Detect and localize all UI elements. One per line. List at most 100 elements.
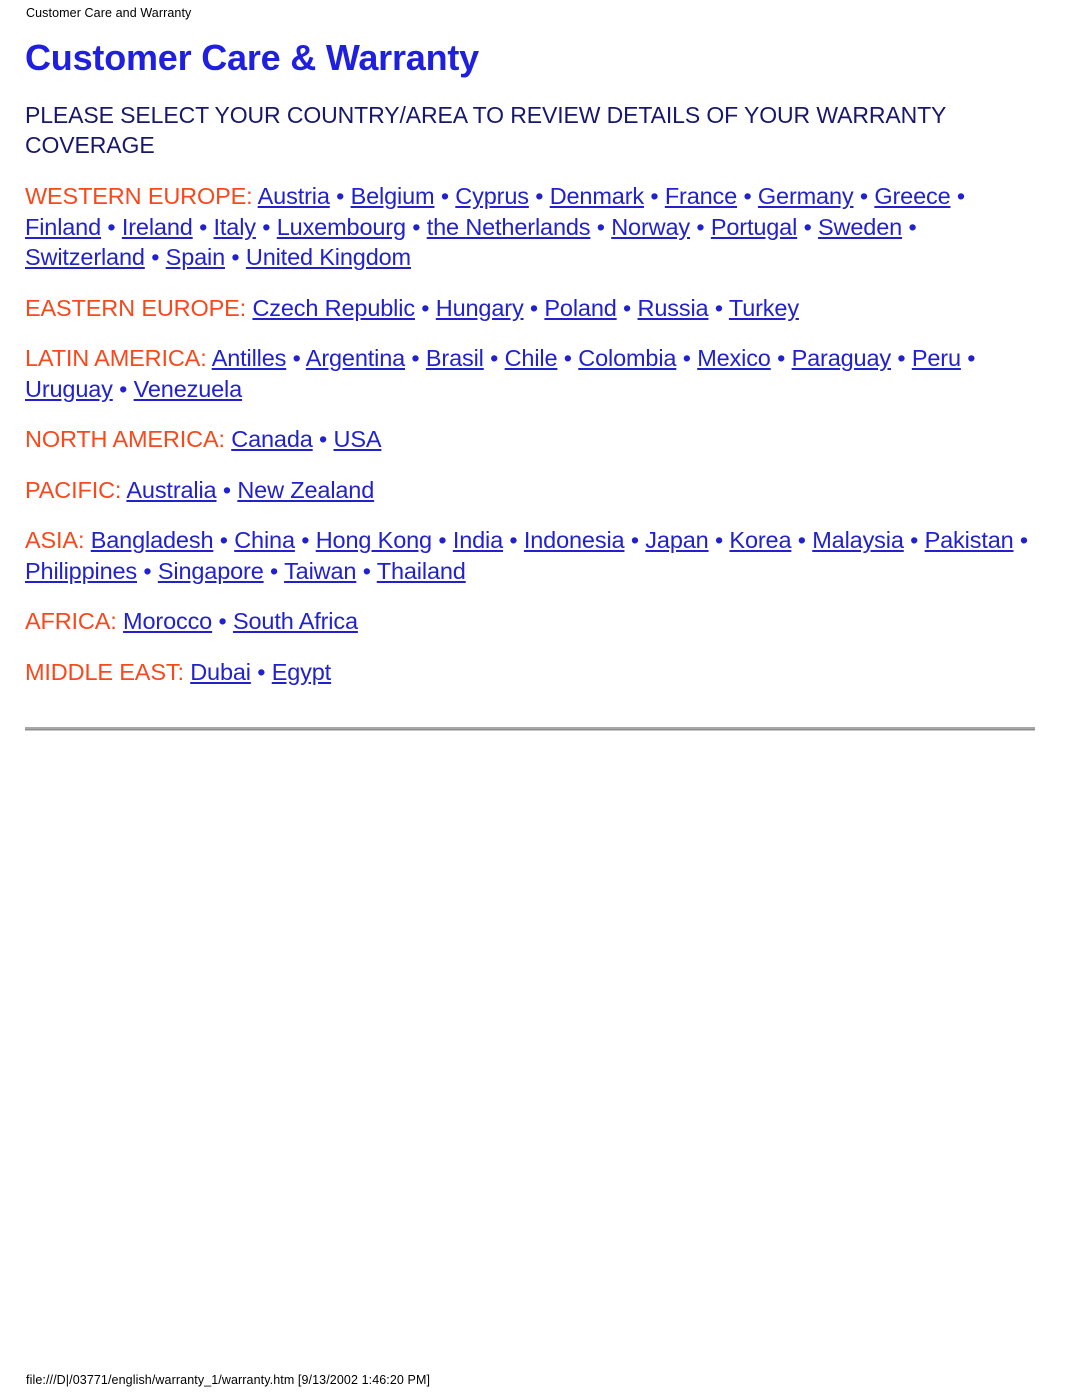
country-link[interactable]: Ireland (122, 214, 193, 240)
region-label: PACIFIC: (25, 476, 122, 503)
bullet-separator: • (414, 294, 436, 321)
bullet-separator: • (213, 527, 235, 553)
country-link[interactable]: Peru (912, 345, 961, 371)
page-root: Customer Care and Warranty Customer Care… (0, 0, 1080, 1397)
country-link[interactable]: South Africa (233, 608, 358, 634)
region-block: AFRICA: Morocco • South Africa (25, 606, 1036, 637)
bullet-separator: • (797, 213, 819, 240)
bullet-separator: • (431, 527, 453, 553)
country-link[interactable]: Paraguay (792, 345, 892, 371)
bullet-separator: • (356, 557, 377, 584)
bullet-separator: • (250, 658, 272, 685)
country-link[interactable]: Norway (611, 214, 690, 240)
country-link[interactable]: Taiwan (284, 558, 356, 584)
bullet-separator: • (770, 345, 792, 371)
country-link[interactable]: Portugal (711, 214, 797, 240)
bullet-separator: • (708, 294, 729, 321)
country-link[interactable]: Spain (166, 244, 226, 270)
bullet-separator: • (225, 244, 246, 270)
country-link[interactable]: the Netherlands (427, 214, 591, 240)
intro-instruction: PLEASE SELECT YOUR COUNTRY/AREA TO REVIE… (25, 102, 946, 158)
country-link[interactable]: Japan (645, 527, 708, 553)
country-link[interactable]: Cyprus (455, 183, 529, 209)
bullet-separator: • (137, 557, 158, 584)
bullet-separator: • (890, 345, 912, 371)
country-link[interactable]: Malaysia (812, 527, 904, 553)
running-header: Customer Care and Warranty (26, 6, 192, 20)
country-link[interactable]: Philippines (25, 558, 137, 584)
country-link[interactable]: Germany (758, 183, 854, 209)
bullet-separator: • (676, 345, 698, 371)
country-link[interactable]: United Kingdom (246, 244, 411, 270)
bullet-separator: • (624, 527, 646, 553)
country-link[interactable]: Brasil (426, 345, 484, 371)
bullet-separator: • (483, 345, 505, 371)
bullet-separator: • (960, 345, 976, 371)
footer-file-path: file:///D|/03771/english/warranty_1/warr… (26, 1373, 431, 1387)
country-link[interactable]: Poland (544, 295, 616, 321)
region-block: LATIN AMERICA: Antilles • Argentina • Br… (25, 343, 1036, 404)
country-link[interactable]: Russia (638, 295, 709, 321)
bullet-separator: • (853, 183, 875, 209)
page-title: Customer Care & Warranty (25, 37, 479, 78)
bullet-separator: • (950, 183, 965, 209)
bullet-separator: • (405, 345, 426, 371)
country-link[interactable]: Czech Republic (252, 295, 415, 321)
country-link[interactable]: Pakistan (925, 527, 1014, 553)
country-link[interactable]: Indonesia (524, 527, 625, 553)
region-block: EASTERN EUROPE: Czech Republic • Hungary… (25, 293, 1036, 324)
country-link[interactable]: Korea (729, 527, 791, 553)
country-link[interactable]: Sweden (818, 214, 902, 240)
country-link[interactable]: Luxembourg (277, 214, 406, 240)
country-link[interactable]: Denmark (550, 183, 644, 209)
country-link[interactable]: Venezuela (134, 376, 243, 402)
country-link[interactable]: New Zealand (237, 477, 374, 503)
country-link[interactable]: Hong Kong (316, 527, 432, 553)
country-link[interactable]: Australia (126, 477, 216, 503)
country-link[interactable]: Hungary (436, 295, 524, 321)
country-link[interactable]: China (234, 527, 295, 553)
country-link[interactable]: Singapore (158, 558, 264, 584)
bullet-separator: • (101, 213, 122, 240)
country-link[interactable]: France (665, 183, 737, 209)
country-link[interactable]: Morocco (123, 608, 212, 634)
country-link[interactable]: Italy (214, 214, 257, 240)
country-link[interactable]: Finland (25, 214, 101, 240)
region-list: WESTERN EUROPE: Austria • Belgium • Cypr… (25, 181, 1036, 687)
bullet-separator: • (112, 375, 134, 402)
bullet-separator: • (643, 183, 665, 209)
country-link[interactable]: Antilles (212, 345, 287, 371)
bullet-separator: • (286, 345, 306, 371)
bullet-separator: • (212, 608, 233, 634)
bullet-separator: • (590, 213, 612, 240)
bullet-separator: • (434, 183, 456, 209)
country-link[interactable]: Turkey (729, 295, 799, 321)
bullet-separator: • (791, 527, 813, 553)
bullet-separator: • (902, 213, 917, 240)
country-link[interactable]: Canada (231, 426, 313, 452)
main-content: Customer Care & Warranty PLEASE SELECT Y… (25, 36, 1036, 687)
bullet-separator: • (144, 244, 166, 270)
country-link[interactable]: India (453, 527, 503, 553)
country-link[interactable]: Thailand (377, 558, 466, 584)
region-block: ASIA: Bangladesh • China • Hong Kong • I… (25, 525, 1036, 586)
bullet-separator: • (523, 294, 545, 321)
country-link[interactable]: Switzerland (25, 244, 145, 270)
country-link[interactable]: Argentina (306, 345, 405, 371)
region-label: AFRICA: (25, 608, 117, 634)
region-block: MIDDLE EAST: Dubai • Egypt (25, 657, 1036, 688)
country-link[interactable]: Austria (258, 183, 330, 209)
bullet-separator: • (263, 557, 285, 584)
country-link[interactable]: Bangladesh (91, 527, 214, 553)
country-link[interactable]: Belgium (351, 183, 435, 209)
bullet-separator: • (557, 345, 579, 371)
country-link[interactable]: Uruguay (25, 376, 113, 402)
country-link[interactable]: Chile (505, 345, 558, 371)
country-link[interactable]: Mexico (697, 345, 771, 371)
country-link[interactable]: Colombia (578, 345, 676, 371)
country-link[interactable]: Egypt (272, 659, 331, 685)
country-link[interactable]: USA (334, 426, 382, 452)
bullet-separator: • (294, 527, 316, 553)
country-link[interactable]: Greece (874, 183, 950, 209)
country-link[interactable]: Dubai (190, 659, 251, 685)
